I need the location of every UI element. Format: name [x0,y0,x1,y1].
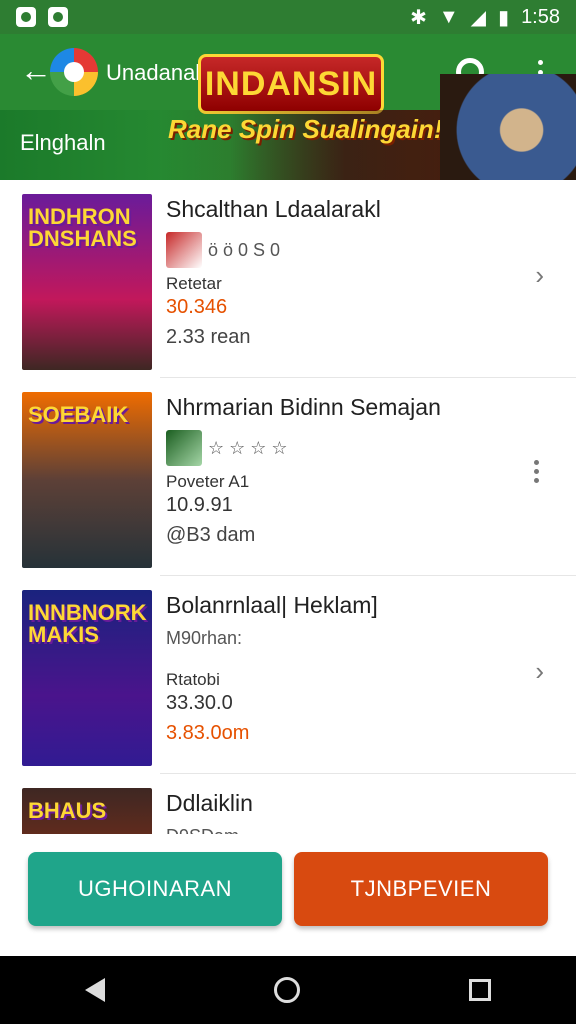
item-price: 10.9.91 [166,494,233,516]
list-item[interactable]: INNBNORK MAKIS Bolanrnlaal| Heklam] M90r… [22,576,576,774]
game-icon [166,430,202,466]
item-title: Ddlaiklin [166,790,253,816]
item-size: 3.83.0om [166,722,250,744]
chevron-right-icon[interactable]: › [535,260,544,291]
nav-home-icon[interactable] [273,977,300,1003]
signal-icon: ◢ [470,6,487,29]
cover-image: INNBNORK MAKIS [22,590,152,766]
app-name: Unadanala [106,60,213,85]
item-title: Bolanrnlaal| Heklam] [166,592,378,618]
item-subtitle: Retetar [166,274,222,293]
cover-title: INNBNORK MAKIS [28,600,147,647]
bluetooth-icon: ✱ [410,6,427,29]
item-price: 33.30.0 [166,692,233,714]
nav-recents-icon[interactable] [469,979,492,1001]
system-nav-bar [0,956,576,1024]
battery-icon: ▮ [498,6,510,29]
game-list: INDHRON DNSHANS Shcalthan Ldaalarakl ö ö… [0,180,576,834]
promo-text: Rane Spin Sualingain! [168,114,443,144]
list-item[interactable]: INDHRON DNSHANS Shcalthan Ldaalarakl ö ö… [22,180,576,378]
game-logo: INDANSIN [198,54,384,114]
cover-title: BHAUS [28,798,107,823]
status-bar: ✱ ▼ ◢ ▮ 1:58 [0,0,576,34]
cover-image: SOEBAIK [22,392,152,568]
list-item[interactable]: BHAUS Ddlaiklin D9SDam [22,774,576,834]
item-subtitle: Rtatobi [166,670,220,689]
rating-text: D9SDam [166,826,239,834]
secondary-action-button[interactable]: TJNBPEVIEN [294,852,548,926]
item-title: Shcalthan Ldaalarakl [166,196,381,222]
clock: 1:58 [521,5,560,28]
item-price: 30.346 [166,296,228,318]
cover-title: INDHRON DNSHANS [28,204,137,251]
language-label[interactable]: Elnghaln [20,130,106,156]
cover-image: BHAUS [22,788,152,834]
item-meta: ö ö 0 S 0 [166,232,280,268]
item-meta: ☆ ☆ ☆ ☆ [166,430,288,466]
app-logo [50,48,98,96]
cover-title: SOEBAIK [28,402,129,427]
notification-icon [48,7,68,27]
more-vert-icon[interactable] [534,460,540,487]
list-item[interactable]: SOEBAIK Nhrmarian Bidinn Semajan ☆ ☆ ☆ ☆… [22,378,576,576]
primary-action-button[interactable]: UGHOINARAN [28,852,282,926]
notification-icon [16,7,36,27]
item-title: Nhrmarian Bidinn Semajan [166,394,441,420]
rating-text: M90rhan: [166,628,243,648]
item-subtitle: Poveter A1 [166,472,250,491]
nav-back-icon[interactable] [84,978,105,1002]
item-size: 2.33 rean [166,326,251,348]
rating-text: ö ö 0 S 0 [208,239,281,260]
hero-artwork [440,74,576,180]
item-size: @B3 dam [166,524,256,546]
wifi-icon: ▼ [438,5,459,28]
item-meta: D9SDam [166,826,239,834]
chevron-right-icon[interactable]: › [535,656,544,687]
rating-text: ☆ ☆ ☆ ☆ [208,437,288,458]
item-meta: M90rhan: [166,628,242,649]
app-header: ← Unadanala INDANSIN Elnghaln Rane Spin … [0,34,576,180]
cover-image: INDHRON DNSHANS [22,194,152,370]
game-icon [166,232,202,268]
